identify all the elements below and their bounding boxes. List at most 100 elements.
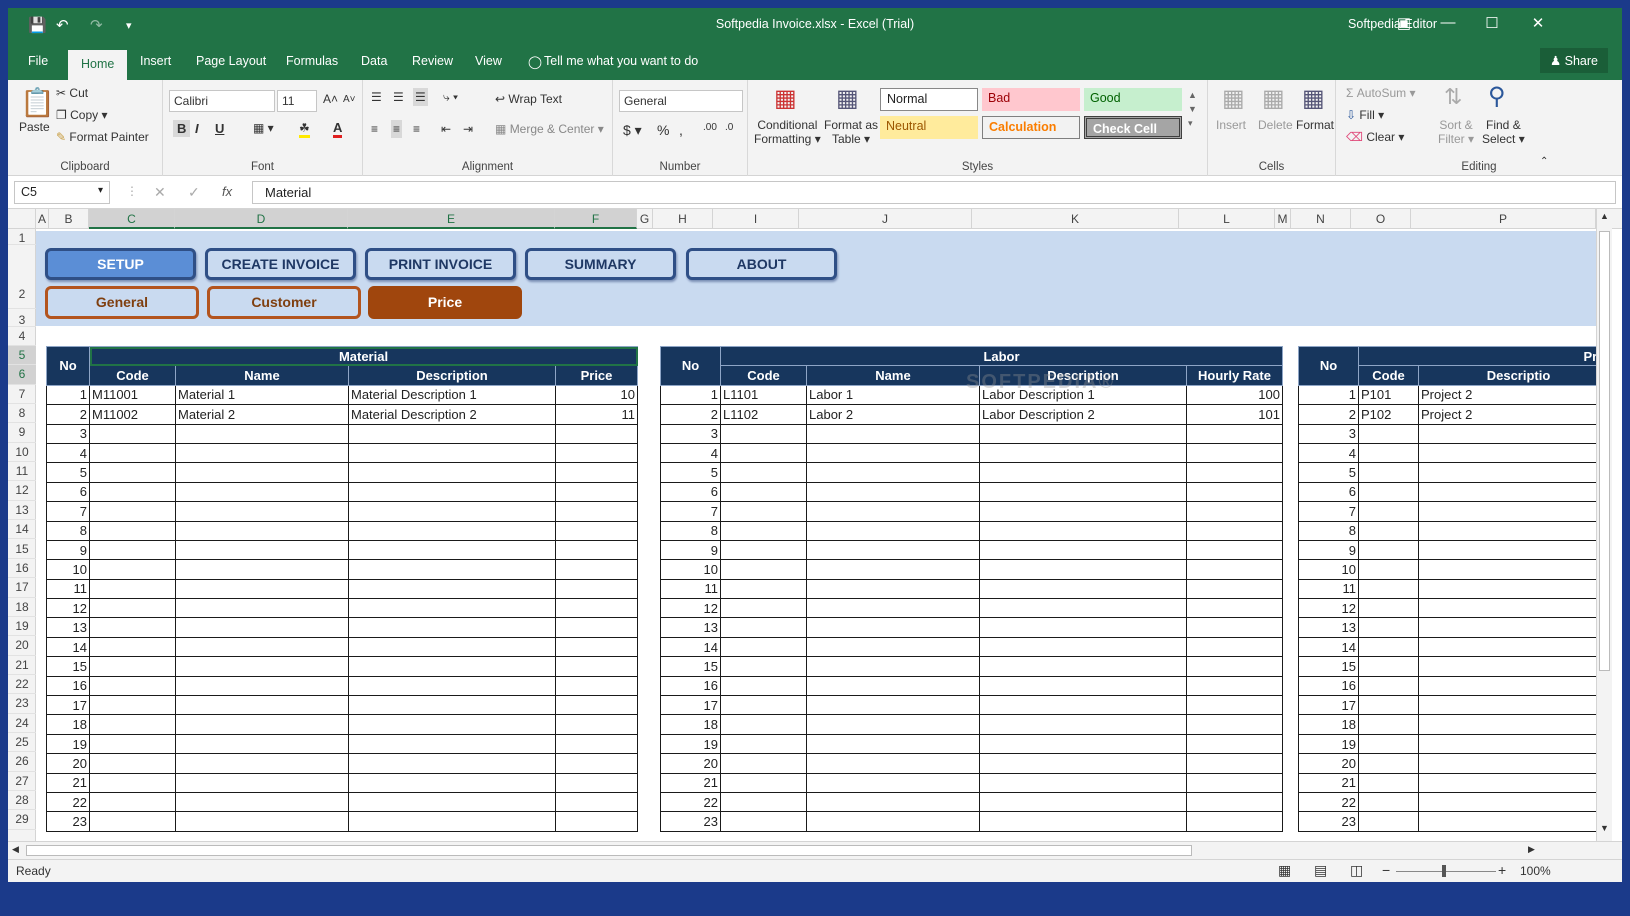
zoom-slider[interactable] bbox=[1396, 871, 1496, 872]
data-cell[interactable] bbox=[979, 636, 1187, 658]
data-cell[interactable] bbox=[175, 714, 349, 735]
create-invoice-button[interactable]: CREATE INVOICE bbox=[205, 248, 356, 280]
row-number-cell[interactable]: 21 bbox=[1298, 772, 1359, 793]
data-cell[interactable] bbox=[554, 501, 639, 522]
enter-icon[interactable]: ✓ bbox=[188, 184, 200, 201]
data-cell[interactable] bbox=[348, 578, 556, 600]
row-number-cell[interactable]: 4 bbox=[1298, 442, 1359, 464]
data-cell[interactable] bbox=[554, 733, 639, 755]
row-header[interactable]: 25 bbox=[8, 733, 36, 753]
data-cell[interactable]: Material 2 bbox=[175, 404, 349, 425]
decrease-decimal-icon[interactable]: .0 bbox=[725, 122, 733, 133]
row-number-cell[interactable]: 19 bbox=[1298, 733, 1359, 755]
data-cell[interactable] bbox=[554, 753, 639, 774]
normal-view-icon[interactable]: ▦ bbox=[1278, 862, 1291, 879]
col-C[interactable]: C bbox=[89, 209, 175, 229]
data-cell[interactable] bbox=[979, 559, 1187, 580]
data-cell[interactable] bbox=[806, 753, 980, 774]
data-cell[interactable] bbox=[175, 520, 349, 541]
data-cell[interactable] bbox=[979, 442, 1187, 464]
row-number-cell[interactable]: 20 bbox=[660, 753, 721, 774]
delete-cells-button[interactable]: Delete bbox=[1258, 118, 1293, 132]
data-cell[interactable] bbox=[720, 481, 807, 503]
data-cell[interactable] bbox=[348, 791, 556, 813]
align-top-icon[interactable]: ☰ bbox=[371, 90, 382, 104]
col-H[interactable]: H bbox=[653, 209, 713, 229]
data-cell[interactable] bbox=[1186, 656, 1283, 677]
data-cell[interactable] bbox=[89, 462, 176, 483]
close-button[interactable]: ✕ bbox=[1528, 14, 1548, 32]
data-cell[interactable] bbox=[979, 656, 1187, 677]
data-cell[interactable] bbox=[175, 791, 349, 813]
data-cell[interactable] bbox=[720, 695, 807, 716]
data-cell[interactable] bbox=[89, 578, 176, 600]
data-cell[interactable] bbox=[554, 462, 639, 483]
row-number-cell[interactable]: 7 bbox=[1298, 501, 1359, 522]
row-number-cell[interactable]: 1 bbox=[1298, 384, 1359, 406]
clear-button[interactable]: ⌫ Clear ▾ bbox=[1346, 130, 1404, 144]
data-cell[interactable] bbox=[1358, 481, 1419, 503]
formula-input[interactable]: Material bbox=[252, 181, 1616, 204]
data-cell[interactable] bbox=[348, 617, 556, 638]
fill-button[interactable]: ⇩ Fill ▾ bbox=[1346, 108, 1384, 122]
maximize-button[interactable]: ☐ bbox=[1482, 14, 1502, 32]
data-cell[interactable] bbox=[1186, 791, 1283, 813]
data-cell[interactable] bbox=[1186, 559, 1283, 580]
data-cell[interactable] bbox=[1358, 462, 1419, 483]
row-number-cell[interactable]: 23 bbox=[660, 811, 721, 832]
zoom-in-icon[interactable]: + bbox=[1498, 862, 1506, 878]
data-cell[interactable] bbox=[1417, 791, 1596, 813]
row-header[interactable]: 29 bbox=[8, 810, 36, 830]
align-left-icon[interactable]: ≡ bbox=[371, 122, 378, 136]
data-cell[interactable] bbox=[806, 714, 980, 735]
page-layout-view-icon[interactable]: ▤ bbox=[1314, 862, 1327, 879]
data-cell[interactable] bbox=[979, 753, 1187, 774]
align-right-icon[interactable]: ≡ bbox=[413, 122, 420, 136]
underline-button[interactable]: U bbox=[215, 121, 224, 136]
horizontal-scroll-thumb[interactable] bbox=[26, 845, 1192, 856]
row-number-cell[interactable]: 14 bbox=[46, 636, 90, 658]
col-N[interactable]: N bbox=[1291, 209, 1351, 229]
data-cell[interactable] bbox=[554, 675, 639, 697]
data-cell[interactable] bbox=[1417, 733, 1596, 755]
row-number-cell[interactable]: 1 bbox=[660, 384, 721, 406]
data-cell[interactable]: 101 bbox=[1186, 404, 1283, 425]
data-cell[interactable] bbox=[1358, 539, 1419, 561]
data-cell[interactable] bbox=[89, 656, 176, 677]
data-cell[interactable] bbox=[1358, 695, 1419, 716]
data-cell[interactable]: Project 2 bbox=[1417, 404, 1596, 425]
data-cell[interactable] bbox=[348, 695, 556, 716]
data-cell[interactable] bbox=[979, 791, 1187, 813]
copy-button[interactable]: ❐ Copy ▾ bbox=[56, 108, 107, 122]
data-cell[interactable] bbox=[554, 636, 639, 658]
data-cell[interactable] bbox=[1358, 442, 1419, 464]
summary-button[interactable]: SUMMARY bbox=[525, 248, 676, 280]
data-cell[interactable] bbox=[1186, 675, 1283, 697]
data-cell[interactable] bbox=[720, 598, 807, 619]
data-cell[interactable] bbox=[806, 791, 980, 813]
row-number-cell[interactable]: 21 bbox=[660, 772, 721, 793]
price-tab-button[interactable]: Price bbox=[368, 286, 522, 319]
row-header[interactable]: 3 bbox=[8, 309, 36, 327]
sort-filter-button[interactable]: Sort & Filter ▾ bbox=[1438, 118, 1474, 146]
minimize-button[interactable]: — bbox=[1438, 14, 1458, 31]
col-G[interactable]: G bbox=[637, 209, 653, 229]
paste-icon[interactable]: 📋 bbox=[20, 86, 55, 119]
find-select-icon[interactable]: ⚲ bbox=[1488, 82, 1506, 111]
row-number-cell[interactable]: 9 bbox=[1298, 539, 1359, 561]
col-K[interactable]: K bbox=[972, 209, 1179, 229]
data-cell[interactable] bbox=[1417, 442, 1596, 464]
data-cell[interactable] bbox=[89, 501, 176, 522]
data-cell[interactable] bbox=[1417, 656, 1596, 677]
orientation-icon[interactable]: ⤷ ▾ bbox=[443, 90, 458, 105]
data-cell[interactable] bbox=[979, 462, 1187, 483]
row-number-cell[interactable]: 13 bbox=[660, 617, 721, 638]
data-cell[interactable] bbox=[175, 462, 349, 483]
row-header[interactable]: 19 bbox=[8, 617, 36, 637]
data-cell[interactable] bbox=[175, 501, 349, 522]
row-number-cell[interactable]: 12 bbox=[1298, 598, 1359, 619]
row-number-cell[interactable]: 22 bbox=[660, 791, 721, 813]
row-number-cell[interactable]: 12 bbox=[46, 598, 90, 619]
data-cell[interactable] bbox=[1186, 811, 1283, 832]
data-cell[interactable] bbox=[720, 617, 807, 638]
